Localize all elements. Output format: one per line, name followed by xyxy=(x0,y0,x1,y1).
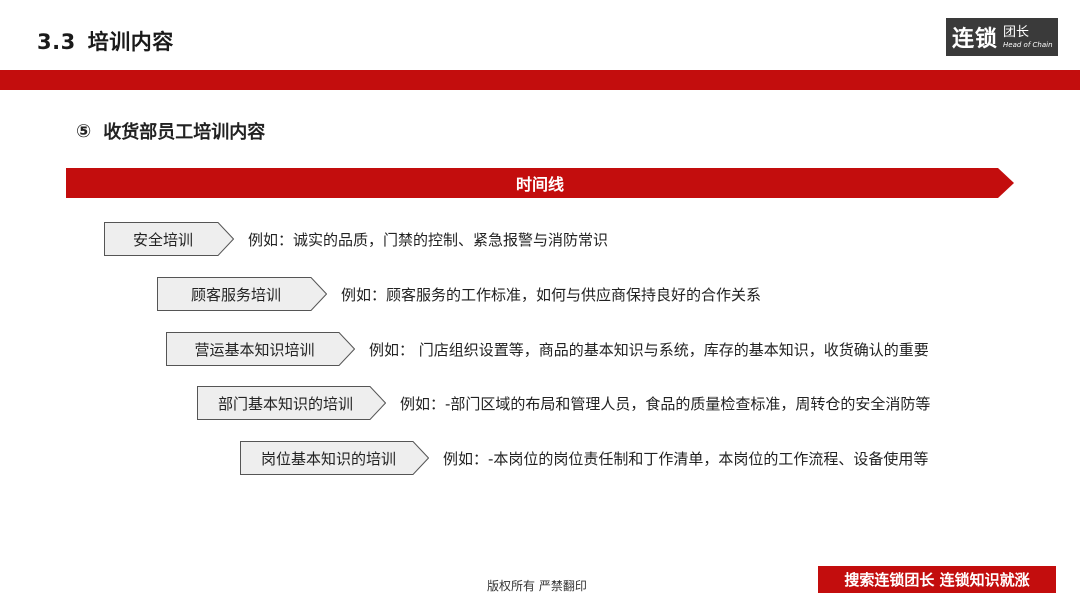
slogan-banner: 搜索连锁团长 连锁知识就涨 xyxy=(818,566,1056,593)
training-tag: 顾客服务培训 xyxy=(157,277,327,311)
training-tag-label: 安全培训 xyxy=(132,230,193,249)
section-title: 培训内容 xyxy=(87,30,174,54)
logo-main-text: 连锁 xyxy=(952,27,999,52)
training-item-position: 岗位基本知识的培训 例如：-本岗位的岗位责任制和丁作清单，本岗位的工作流程、设备… xyxy=(240,441,928,475)
circled-number-marker: ⑤ xyxy=(76,120,92,142)
subtitle-text: 收货部员工培训内容 xyxy=(103,122,266,143)
training-tag-label: 部门基本知识的培训 xyxy=(217,394,353,413)
training-description: 例如：诚实的品质，门禁的控制、紧急报警与消防常识 xyxy=(248,230,609,249)
training-item-safety: 安全培训 例如：诚实的品质，门禁的控制、紧急报警与消防常识 xyxy=(104,222,608,256)
header-red-band xyxy=(0,70,1080,90)
training-item-operations: 营运基本知识培训 例如： 门店组织设置等，商品的基本知识与系统，库存的基本知识，… xyxy=(166,332,929,366)
brand-logo: 连锁 团长 Head of Chain xyxy=(946,18,1058,56)
training-description: 例如： 门店组织设置等，商品的基本知识与系统，库存的基本知识，收货确认的重要 xyxy=(369,340,929,359)
logo-side-text: 团长 xyxy=(1003,24,1030,40)
training-description: 例如：-本岗位的岗位责任制和丁作清单，本岗位的工作流程、设备使用等 xyxy=(443,449,929,468)
training-item-customer-service: 顾客服务培训 例如：顾客服务的工作标准，如何与供应商保持良好的合作关系 xyxy=(157,277,761,311)
section-number: 3.3 xyxy=(37,30,76,54)
page-title: 3.3 培训内容 xyxy=(37,26,174,56)
training-tag-label: 营运基本知识培训 xyxy=(194,340,315,359)
training-tag: 部门基本知识的培训 xyxy=(197,386,386,420)
training-tag: 安全培训 xyxy=(104,222,234,256)
training-description: 例如：顾客服务的工作标准，如何与供应商保持良好的合作关系 xyxy=(341,285,762,304)
timeline-arrow: 时间线 xyxy=(66,168,1014,198)
subtitle: ⑤ 收货部员工培训内容 xyxy=(76,118,265,144)
training-tag: 岗位基本知识的培训 xyxy=(240,441,429,475)
copyright-notice: 版权所有 严禁翻印 xyxy=(487,579,587,593)
training-tag-label: 顾客服务培训 xyxy=(190,285,281,304)
training-tag-label: 岗位基本知识的培训 xyxy=(260,449,396,468)
training-tag: 营运基本知识培训 xyxy=(166,332,355,366)
logo-sub-text: Head of Chain xyxy=(1003,40,1053,49)
timeline-label: 时间线 xyxy=(515,175,564,194)
training-item-department: 部门基本知识的培训 例如：-部门区域的布局和管理人员，食品的质量检查标准，周转仓… xyxy=(197,386,930,420)
training-description: 例如：-部门区域的布局和管理人员，食品的质量检查标准，周转仓的安全消防等 xyxy=(400,394,931,413)
